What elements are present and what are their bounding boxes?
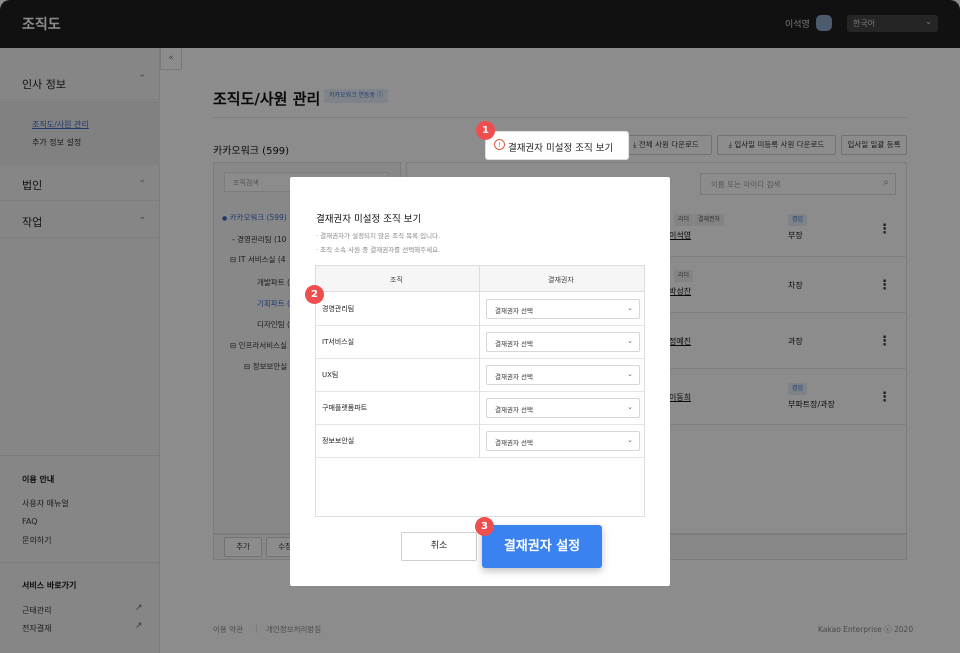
approver-select[interactable]: 결재권자 선택 ⌄ bbox=[486, 299, 640, 319]
column-header-org: 조직 bbox=[390, 276, 403, 284]
cancel-button[interactable]: 취소 bbox=[401, 532, 477, 561]
set-approver-button[interactable]: 결재권자 설정 bbox=[482, 525, 602, 568]
approver-select[interactable]: 결재권자 선택 ⌄ bbox=[486, 431, 640, 451]
row-divider bbox=[316, 391, 644, 392]
chevron-down-icon: ⌄ bbox=[627, 403, 633, 411]
org-cell: IT서비스실 bbox=[322, 338, 355, 346]
approver-select[interactable]: 결재권자 선택 ⌄ bbox=[486, 332, 640, 352]
modal-title: 결재권자 미설정 조직 보기 bbox=[316, 214, 422, 225]
org-cell: 경영관리팀 bbox=[322, 305, 355, 313]
org-cell: 구매플랫폼파트 bbox=[322, 404, 368, 412]
row-divider bbox=[316, 325, 644, 326]
column-divider bbox=[479, 266, 480, 457]
chevron-down-icon: ⌄ bbox=[627, 436, 633, 444]
org-cell: UX팀 bbox=[322, 371, 339, 379]
table-header: 조직 결재권자 bbox=[316, 266, 644, 292]
chevron-down-icon: ⌄ bbox=[627, 304, 633, 312]
modal-desc: · 결재권자가 설정되지 않은 조직 목록 입니다. bbox=[316, 232, 441, 240]
approver-select[interactable]: 결재권자 선택 ⌄ bbox=[486, 365, 640, 385]
step-badge: 1 bbox=[476, 121, 495, 140]
unassigned-org-label: 결재권자 미설정 조직 보기 bbox=[508, 143, 614, 154]
warning-icon: ! bbox=[494, 139, 505, 150]
chevron-down-icon: ⌄ bbox=[627, 370, 633, 378]
step-badge: 3 bbox=[475, 517, 494, 536]
row-divider bbox=[316, 457, 644, 458]
unassigned-org-button[interactable]: ! 결재권자 미설정 조직 보기 bbox=[485, 131, 629, 160]
column-header-approver: 결재권자 bbox=[548, 276, 574, 284]
row-divider bbox=[316, 358, 644, 359]
step-badge: 2 bbox=[305, 285, 324, 304]
modal-desc: · 조직 소속 사원 중 결재권자를 선택해주세요. bbox=[316, 246, 441, 254]
row-divider bbox=[316, 424, 644, 425]
org-cell: 정보보안실 bbox=[322, 437, 355, 445]
approver-select[interactable]: 결재권자 선택 ⌄ bbox=[486, 398, 640, 418]
approver-table: 조직 결재권자 경영관리팀 결재권자 선택 ⌄ IT서비스실 결재권자 선택 ⌄ U… bbox=[315, 265, 645, 517]
chevron-down-icon: ⌄ bbox=[627, 337, 633, 345]
